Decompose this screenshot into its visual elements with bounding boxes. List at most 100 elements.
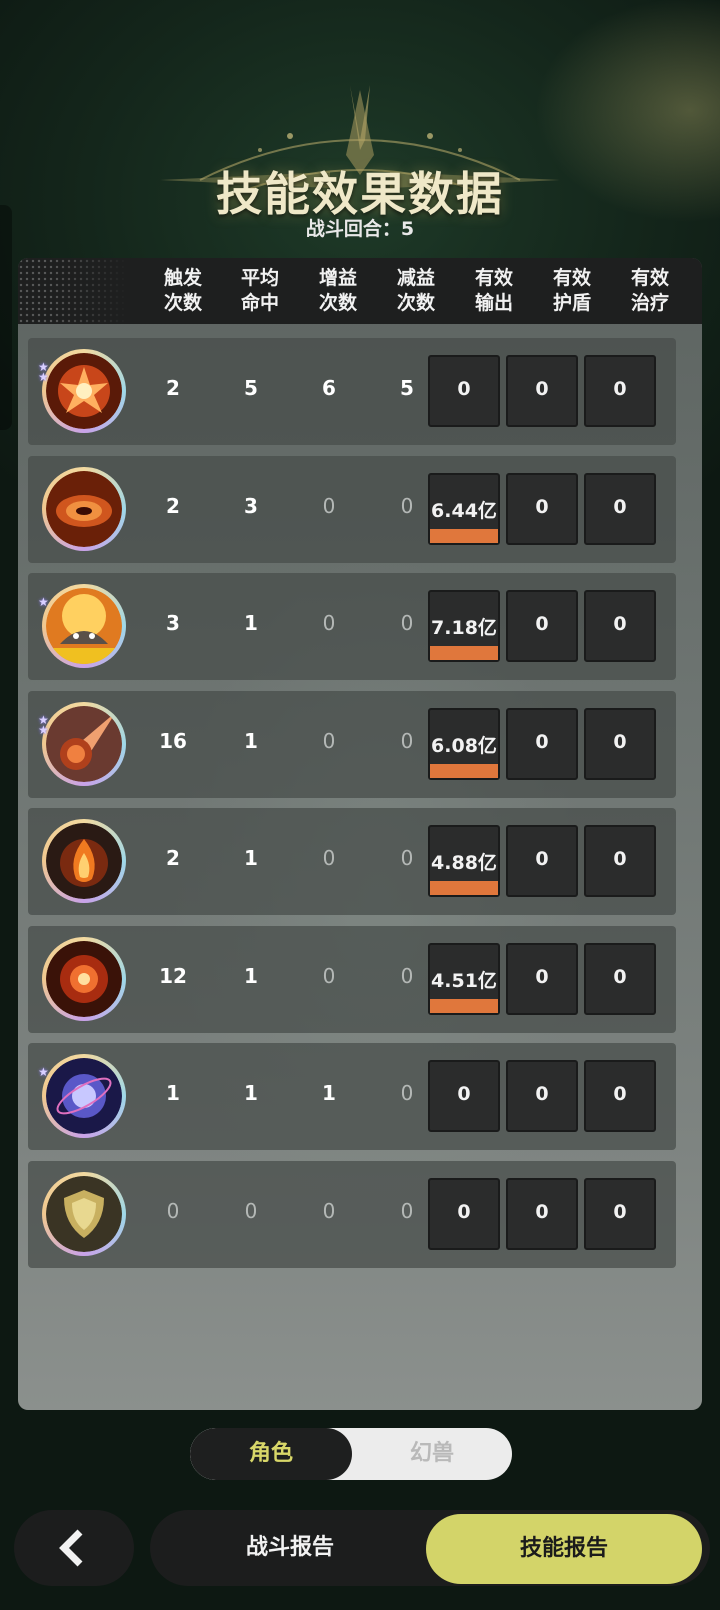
column-header-line2: 治疗 — [630, 292, 669, 314]
stat-box-shield: 0 — [506, 1177, 578, 1250]
column-header-line2: 输出 — [474, 292, 513, 314]
arcane-orb-skill-icon[interactable] — [42, 1054, 126, 1138]
stat-avg-hit: 5 — [244, 376, 258, 400]
stat-box-damage: 4.88亿 — [428, 825, 500, 897]
stat-shield-value: 0 — [535, 730, 549, 753]
stat-avg-hit: 3 — [244, 493, 258, 518]
column-header: 增益 次数 — [303, 266, 373, 316]
stat-avg-hit: 1 — [244, 1081, 258, 1105]
header-pattern — [18, 258, 128, 324]
star-rank-icon: ★ — [38, 1065, 49, 1079]
fire-burst-skill-icon[interactable] — [42, 349, 126, 433]
stat-damage-value: 6.08亿 — [431, 734, 497, 757]
column-header-line1: 有效 — [630, 267, 669, 289]
skill-row[interactable]: 0000000 — [28, 1160, 676, 1268]
stat-buff: 0 — [322, 963, 336, 988]
stat-shield-value: 0 — [535, 613, 549, 635]
stat-box-heal: 0 — [584, 472, 656, 545]
skill-stats-panel: 触发 次数 平均 命中 增益 次数 减益 次数 有效 输出 有效 护盾 有效 治疗 ★ ★ 2 5 6 5 0 0 0 2 3… — [18, 258, 702, 1410]
fire-hand-skill-icon[interactable] — [42, 819, 126, 903]
stat-heal-value: 0 — [613, 1083, 627, 1105]
stat-damage-value: 4.51亿 — [431, 969, 497, 992]
fire-beast-skill-icon[interactable] — [42, 584, 126, 668]
stat-box-damage: 6.08亿 — [428, 707, 500, 780]
stat-trigger: 12 — [159, 963, 187, 988]
stat-avg-hit: 1 — [244, 963, 258, 988]
stat-buff: 6 — [322, 376, 336, 400]
stat-trigger: 2 — [166, 493, 180, 518]
fire-vortex-skill-icon[interactable] — [42, 466, 126, 551]
stat-box-heal: 0 — [584, 942, 656, 1015]
star-rank-icon: ★ — [38, 595, 49, 609]
battle-round-label: 战斗回合：5 — [305, 218, 415, 240]
toggle-beast[interactable]: 幻兽 — [352, 1428, 512, 1480]
stat-box-shield: 0 — [506, 707, 578, 780]
stat-damage-value: 7.18亿 — [431, 617, 497, 639]
stat-damage-value: 6.44亿 — [431, 499, 497, 522]
skill-report-button[interactable]: 技能报告 — [426, 1514, 702, 1584]
column-header: 有效 护盾 — [537, 266, 607, 316]
stat-shield-value: 0 — [535, 1200, 549, 1223]
stat-box-heal: 0 — [584, 590, 656, 662]
stat-box-shield: 0 — [506, 825, 578, 897]
stat-trigger: 0 — [166, 1198, 180, 1223]
damage-share-bar — [430, 998, 498, 1013]
stat-shield-value: 0 — [535, 378, 549, 400]
stat-damage-value: 0 — [457, 378, 471, 400]
battle-report-label: 战斗报告 — [245, 1535, 334, 1560]
damage-share-bar — [430, 528, 498, 543]
role-beast-toggle[interactable]: 角色 幻兽 — [190, 1428, 512, 1480]
column-header-line1: 有效 — [474, 267, 513, 289]
skill-row[interactable]: ★ ★ 16 1 0 0 6.08亿 0 0 — [28, 690, 676, 798]
stat-box-damage: 0 — [428, 355, 500, 427]
column-header-line1: 减益 — [396, 267, 435, 289]
star-rank-icon: ★ ★ — [38, 360, 49, 384]
column-header: 减益 次数 — [381, 266, 451, 316]
skill-row[interactable]: 2 3 0 0 6.44亿 0 0 — [28, 455, 676, 563]
column-header-line2: 次数 — [163, 292, 202, 314]
skill-row[interactable]: 12 1 0 0 4.51亿 0 0 — [28, 925, 676, 1033]
stat-shield-value: 0 — [535, 495, 549, 518]
stat-avg-hit: 1 — [244, 611, 258, 635]
column-header: 触发 次数 — [148, 266, 218, 316]
stat-box-damage: 0 — [428, 1060, 500, 1132]
column-header-line2: 命中 — [240, 292, 279, 314]
stat-buff: 0 — [322, 493, 336, 518]
stat-box-damage: 4.51亿 — [428, 942, 500, 1015]
stat-box-heal: 0 — [584, 1177, 656, 1250]
toggle-role[interactable]: 角色 — [190, 1428, 352, 1480]
stat-box-damage: 6.44亿 — [428, 472, 500, 545]
stat-damage-value: 0 — [457, 1200, 471, 1223]
skill-row[interactable]: ★ 1 1 1 0 0 0 0 — [28, 1043, 676, 1150]
back-button[interactable] — [14, 1510, 134, 1586]
skill-row[interactable]: ★ ★ 2 5 6 5 0 0 0 — [28, 338, 676, 445]
stat-trigger: 2 — [166, 376, 180, 400]
stat-shield-value: 0 — [535, 848, 549, 870]
meteor-skill-icon[interactable] — [42, 701, 126, 786]
stat-trigger: 2 — [166, 846, 180, 870]
stat-heal-value: 0 — [613, 848, 627, 870]
column-header-line2: 护盾 — [552, 292, 591, 314]
column-header: 有效 治疗 — [615, 266, 685, 316]
column-header-line1: 触发 — [163, 267, 202, 289]
stat-buff: 0 — [322, 611, 336, 635]
stat-heal-value: 0 — [613, 730, 627, 753]
column-header-bar: 触发 次数 平均 命中 增益 次数 减益 次数 有效 输出 有效 护盾 有效 治疗 — [18, 258, 702, 324]
fire-orb-skill-icon[interactable] — [42, 936, 126, 1021]
stat-avg-hit: 1 — [244, 728, 258, 753]
stat-trigger: 1 — [166, 1081, 180, 1105]
stat-box-heal: 0 — [584, 1060, 656, 1132]
skill-row[interactable]: 2 1 0 0 4.88亿 0 0 — [28, 808, 676, 915]
stat-heal-value: 0 — [613, 965, 627, 988]
stat-buff: 0 — [322, 1198, 336, 1223]
stat-damage-value: 4.88亿 — [431, 852, 497, 874]
stat-shield-value: 0 — [535, 965, 549, 988]
column-header-line2: 次数 — [318, 292, 357, 314]
stat-buff: 0 — [322, 846, 336, 870]
column-header-line1: 平均 — [240, 267, 279, 289]
skill-row[interactable]: ★ 3 1 0 0 7.18亿 0 0 — [28, 573, 676, 680]
stat-avg-hit: 1 — [244, 846, 258, 870]
damage-share-bar — [430, 646, 498, 660]
stat-heal-value: 0 — [613, 1200, 627, 1223]
shield-skill-icon[interactable] — [42, 1171, 126, 1256]
